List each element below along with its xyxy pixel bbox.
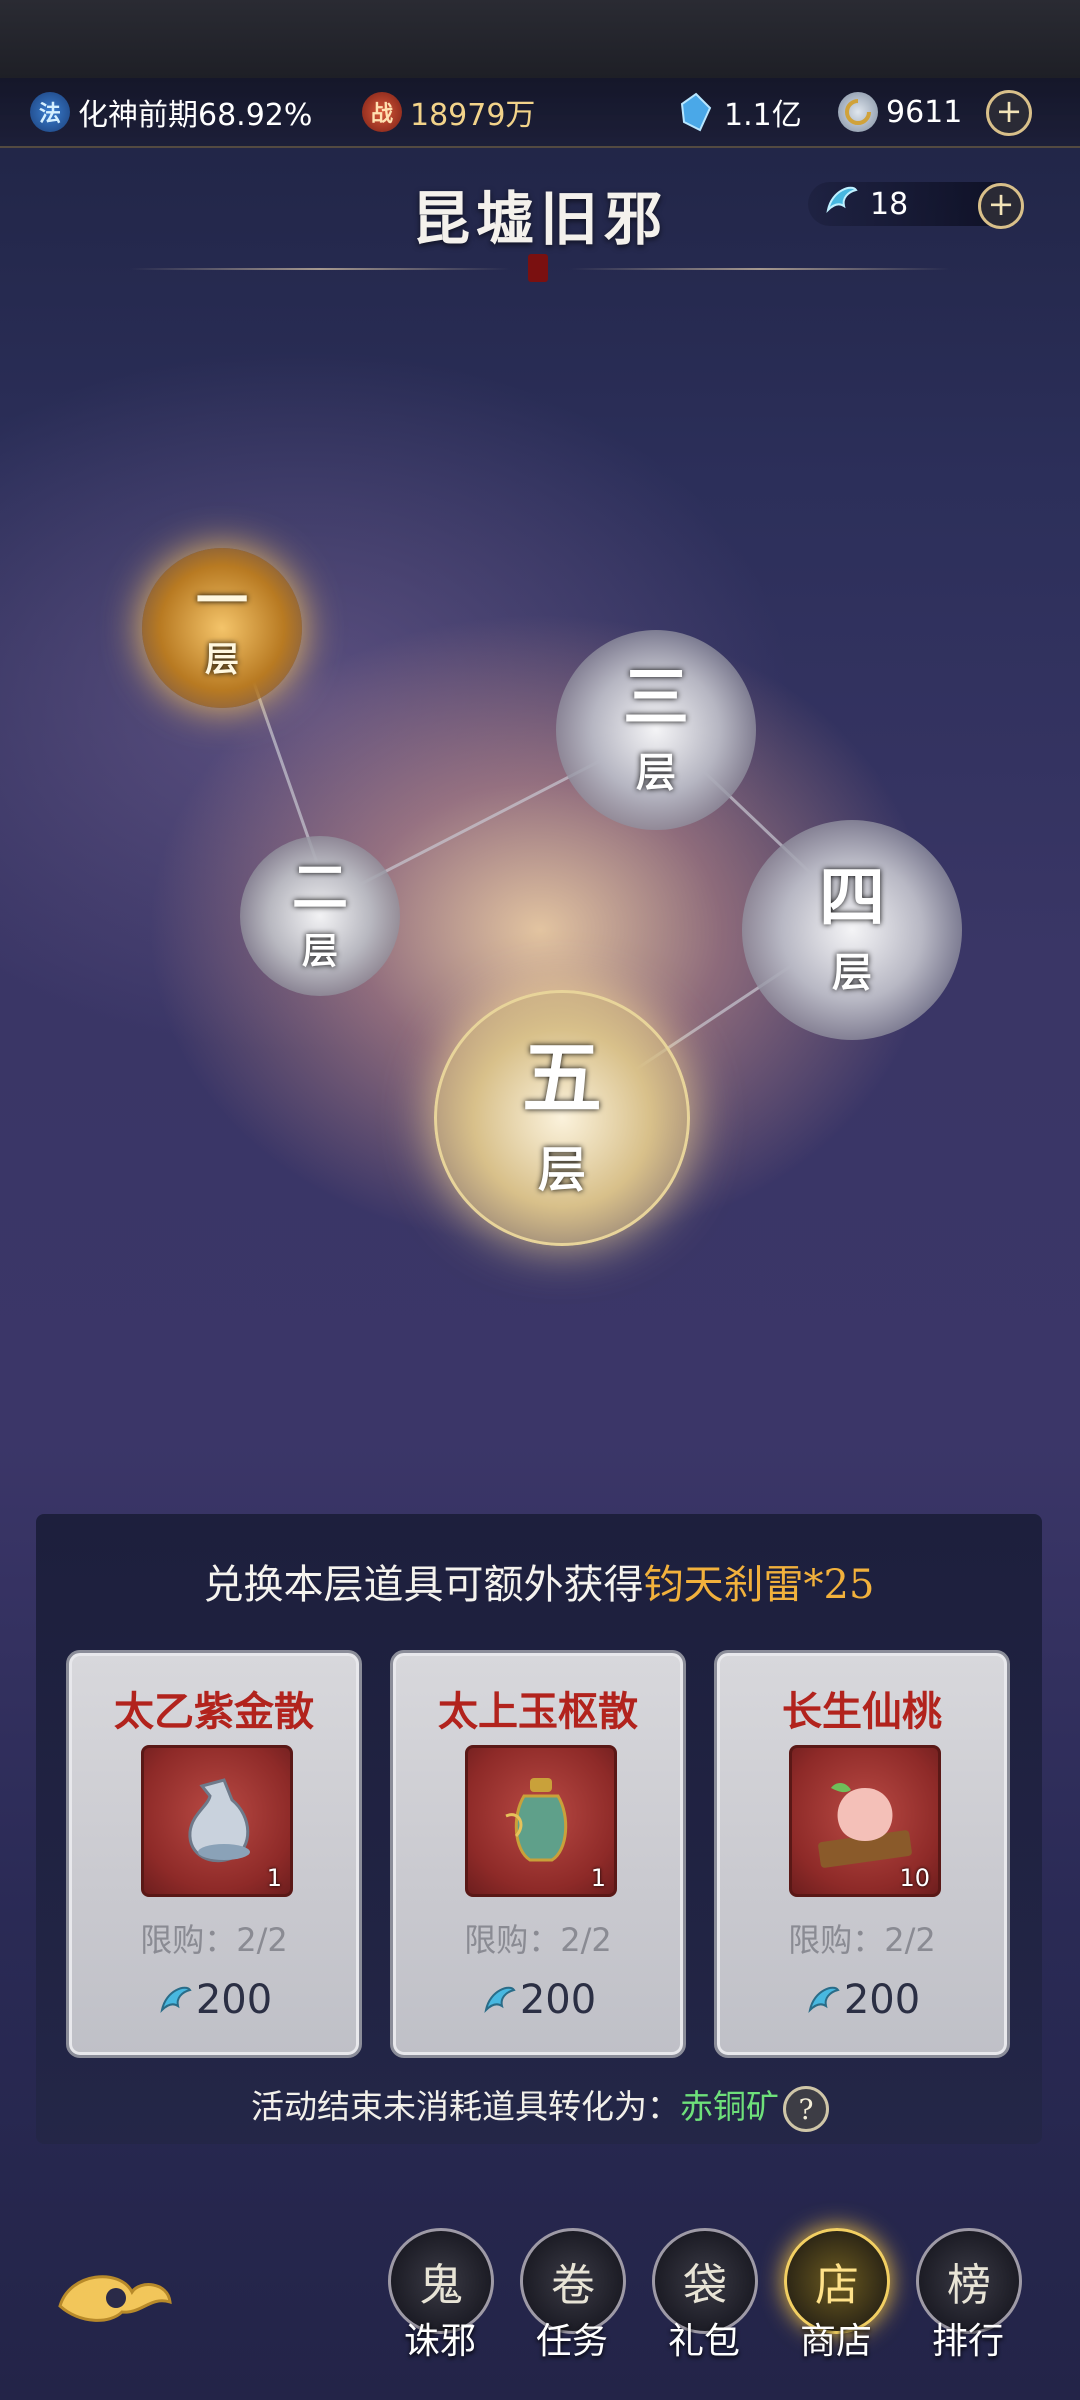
floor-5-number: 五	[522, 1031, 602, 1125]
fish-token-icon	[822, 180, 862, 228]
floor-2-number: 二	[292, 855, 348, 921]
conversion-text: 活动结束未消耗道具转化为：	[251, 2087, 680, 2126]
crystal-value: 1.1亿	[724, 98, 802, 133]
headline-text: 兑换本层道具可额外获得	[203, 1562, 644, 1608]
shop-item-card[interactable]: 太上玉枢散 1 限购：2/2 200	[390, 1650, 686, 2058]
price-value: 200	[519, 1977, 597, 2023]
token-count: 18	[870, 186, 909, 222]
spirit-stone-icon	[838, 92, 878, 132]
floor-3-node[interactable]: 三 层	[556, 630, 756, 830]
fish-token-icon	[160, 1986, 192, 2014]
crystal-resource: 1.1亿	[676, 90, 802, 134]
floor-1-node[interactable]: 一 层	[142, 548, 302, 708]
item-price: 200	[393, 1977, 683, 2023]
combat-icon: 战	[362, 92, 402, 132]
cloud-menu-icon[interactable]	[50, 2262, 180, 2332]
exchange-headline: 兑换本层道具可额外获得钧天刹雷*25	[36, 1552, 1042, 1610]
add-currency-button[interactable]: +	[986, 90, 1032, 136]
item-image: 1	[465, 1745, 617, 1897]
cultivation-text: 化神前期68.92%	[78, 98, 313, 133]
title-divider-left	[130, 268, 510, 270]
item-quantity: 1	[266, 1864, 282, 1892]
floor-4-node[interactable]: 四 层	[742, 820, 962, 1040]
nav-label: 礼包	[667, 2321, 740, 2362]
help-button[interactable]: ?	[783, 2086, 829, 2132]
jade-vase-icon	[505, 1778, 568, 1862]
crystal-icon	[676, 92, 716, 132]
nav-label: 排行	[931, 2321, 1004, 2362]
nav-shop[interactable]: 店 商店	[784, 2228, 890, 2378]
conversion-note: 活动结束未消耗道具转化为：赤铜矿?	[0, 2080, 1080, 2132]
item-price: 200	[717, 1977, 1007, 2023]
headline-reward: 钧天刹雷*25	[643, 1562, 875, 1608]
purchase-limit: 限购：2/2	[140, 1921, 288, 1959]
floor-2-node[interactable]: 二 层	[240, 836, 400, 996]
add-token-button[interactable]: +	[978, 183, 1024, 229]
conversion-item: 赤铜矿	[680, 2087, 779, 2126]
item-quantity: 10	[899, 1864, 930, 1892]
nav-gift-pack[interactable]: 袋 礼包	[652, 2228, 758, 2378]
combat-value: 18979万	[410, 98, 536, 133]
spirit-stone-resource: 9611	[838, 90, 962, 134]
fish-token-icon	[484, 1986, 516, 2014]
combat-power: 战 18979万	[362, 90, 535, 134]
floor-3-suffix: 层	[636, 749, 676, 796]
floor-3-number: 三	[623, 658, 689, 736]
fish-token-icon	[808, 1986, 840, 2014]
purchase-limit: 限购：2/2	[464, 1921, 612, 1959]
nav-demon-hunt[interactable]: 鬼 诛邪	[388, 2228, 494, 2378]
item-name: 太乙紫金散	[114, 1688, 314, 1735]
price-value: 200	[843, 1977, 921, 2023]
elixir-bottle-icon	[188, 1778, 250, 1863]
nav-ranking[interactable]: 榜 排行	[916, 2228, 1022, 2378]
floor-5-suffix: 层	[537, 1142, 586, 1198]
floor-4-suffix: 层	[832, 949, 872, 996]
peach-icon	[818, 1783, 912, 1868]
resource-bar: 法 化神前期68.92% 战 18979万 1.1亿 9611 +	[0, 78, 1080, 148]
item-quantity: 1	[590, 1864, 606, 1892]
seal-icon	[528, 254, 548, 282]
shop-item-card[interactable]: 长生仙桃 10 限购：2/2 200	[714, 1650, 1010, 2058]
cultivation-level: 法 化神前期68.92%	[30, 90, 312, 134]
nav-label: 诛邪	[403, 2321, 476, 2362]
nav-tasks[interactable]: 卷 任务	[520, 2228, 626, 2378]
item-image: 10	[789, 1745, 941, 1897]
shop-item-card[interactable]: 太乙紫金散 1 限购：2/2 200	[66, 1650, 362, 2058]
nav-label: 任务	[535, 2321, 608, 2362]
floor-2-suffix: 层	[301, 930, 338, 972]
nav-label: 商店	[799, 2321, 872, 2362]
spirit-stone-value: 9611	[886, 94, 963, 130]
status-bar	[0, 0, 1080, 78]
floor-1-number: 一	[195, 571, 248, 632]
title-divider-right	[570, 268, 950, 270]
floor-5-node[interactable]: 五 层	[434, 990, 690, 1246]
price-value: 200	[195, 1977, 273, 2023]
cultivation-icon: 法	[30, 92, 70, 132]
item-image: 1	[141, 1745, 293, 1897]
purchase-limit: 限购：2/2	[788, 1921, 936, 1959]
item-name: 长生仙桃	[782, 1688, 942, 1735]
floor-1-suffix: 层	[204, 640, 239, 680]
item-name: 太上玉枢散	[438, 1688, 638, 1735]
item-price: 200	[69, 1977, 359, 2023]
floor-4-number: 四	[819, 858, 885, 936]
